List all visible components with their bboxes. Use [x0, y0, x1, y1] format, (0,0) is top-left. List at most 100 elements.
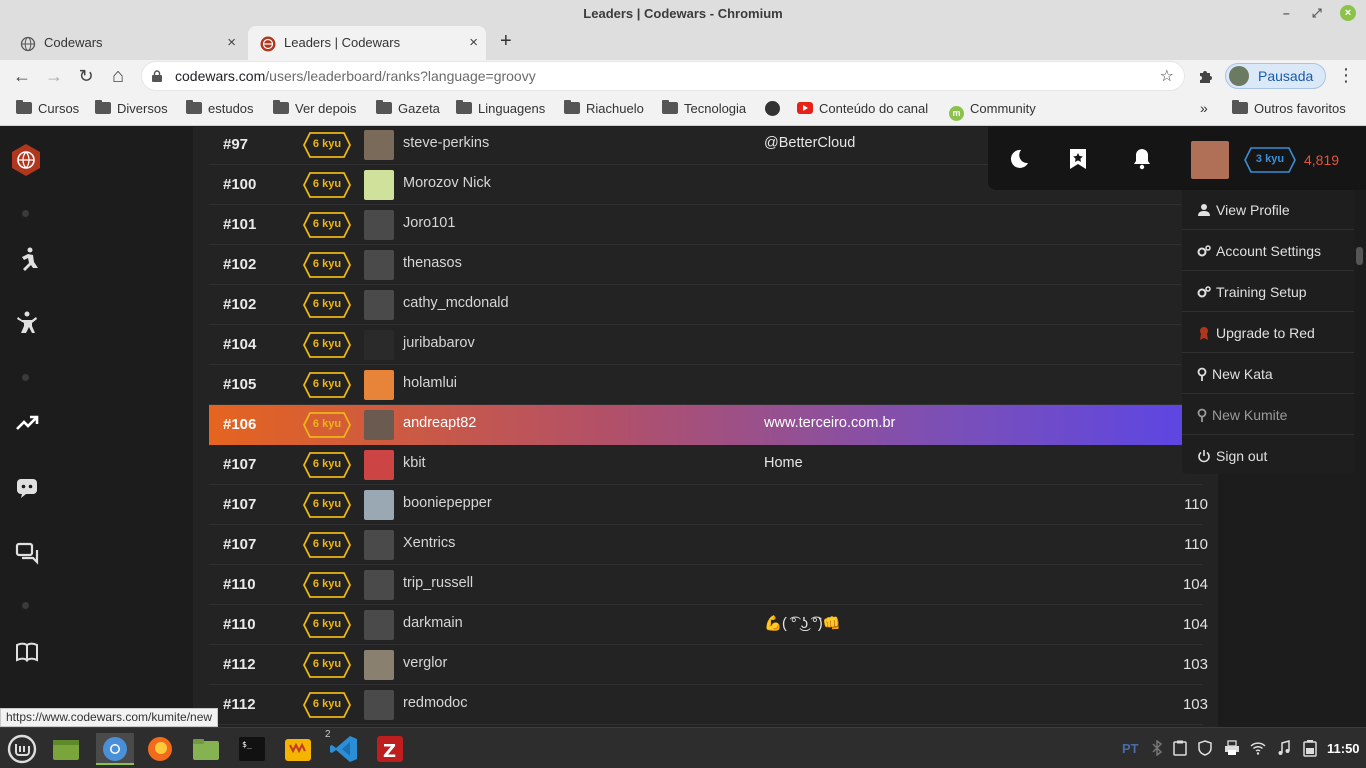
avatar[interactable] [364, 410, 394, 440]
avatar[interactable] [364, 250, 394, 280]
firefox-icon[interactable] [144, 733, 176, 765]
bookmark-folder[interactable]: estudos [186, 100, 254, 118]
tab-close-icon[interactable]: × [469, 26, 478, 60]
table-row[interactable]: #1046 kyujuribabarov11 [209, 325, 1208, 365]
bookmark-community[interactable]: m Community [949, 100, 1036, 121]
username-link[interactable]: thenasos [403, 255, 462, 271]
table-row[interactable]: #1016 kyuJoro10112 [209, 205, 1208, 245]
avatar[interactable] [364, 290, 394, 320]
other-bookmarks-folder[interactable]: Outros favoritos [1232, 100, 1346, 118]
music-note-icon[interactable] [1277, 740, 1291, 756]
tab-codewars[interactable]: Codewars × [8, 26, 244, 60]
table-row[interactable]: #1076 kyukbitHome11 [209, 445, 1208, 485]
chat-bubbles-icon[interactable] [14, 540, 40, 566]
table-row[interactable]: #1026 kyuthenasos12 [209, 245, 1208, 285]
bookmark-folder[interactable]: Cursos [16, 100, 79, 118]
username-link[interactable]: juribabarov [403, 335, 475, 351]
username-link[interactable]: andreapt82 [403, 415, 476, 431]
notifications-bell-icon[interactable] [1130, 147, 1154, 171]
vscode-icon[interactable] [328, 733, 360, 765]
close-window-button[interactable]: × [1340, 5, 1356, 21]
username-link[interactable]: steve-perkins [403, 135, 489, 151]
table-row[interactable]: #1026 kyucathy_mcdonald12 [209, 285, 1208, 325]
wifi-icon[interactable] [1250, 741, 1266, 755]
menu-item-view-profile[interactable]: View Profile [1182, 190, 1354, 230]
table-row[interactable]: #107 6 kyu Xentrics 110 [209, 525, 1208, 565]
menu-item-upgrade-to-red[interactable]: Upgrade to Red [1182, 313, 1354, 353]
avatar[interactable] [364, 210, 394, 240]
printer-icon[interactable] [1224, 740, 1240, 756]
username-link[interactable]: Morozov Nick [403, 175, 491, 191]
shield-icon[interactable] [1197, 740, 1213, 756]
menu-item-new-kumite[interactable]: New Kumite [1182, 395, 1354, 435]
back-button[interactable]: ← [10, 64, 34, 88]
bookmark-star-icon[interactable]: ☆ [1160, 66, 1174, 86]
menu-item-new-kata[interactable]: New Kata [1182, 354, 1354, 394]
codewars-logo-icon[interactable] [9, 143, 43, 177]
avatar[interactable] [364, 370, 394, 400]
username-link[interactable]: verglor [403, 655, 447, 671]
bookmark-youtube[interactable]: Conteúdo do canal [797, 100, 928, 118]
minimize-button[interactable]: – [1283, 4, 1290, 22]
username-link[interactable]: Xentrics [403, 535, 455, 551]
username-link[interactable]: kbit [403, 455, 426, 471]
bookmark-star-icon[interactable] [1066, 147, 1090, 171]
bookmark-folder[interactable]: Tecnologia [662, 100, 746, 118]
keyboard-layout-indicator[interactable]: PT [1122, 741, 1139, 756]
avatar[interactable] [364, 650, 394, 680]
table-row[interactable]: #110 6 kyu darkmain 💪( ͡° ͜ʖ ͡°)👊 104 [209, 605, 1208, 645]
menu-item-account-settings[interactable]: Account Settings [1182, 231, 1354, 271]
avatar[interactable] [364, 490, 394, 520]
battery-icon[interactable] [1303, 739, 1317, 757]
bookmark-folder[interactable]: Linguagens [456, 100, 545, 118]
maximize-button[interactable]: ⤢ [1312, 4, 1322, 22]
menu-item-sign-out[interactable]: Sign out [1182, 436, 1354, 476]
mint-menu-icon[interactable] [6, 733, 38, 765]
username-link[interactable]: cathy_mcdonald [403, 295, 509, 311]
docs-book-icon[interactable] [14, 639, 40, 665]
username-link[interactable]: darkmain [403, 615, 463, 631]
extensions-puzzle-icon[interactable] [1197, 66, 1217, 86]
reload-button[interactable]: ↻ [74, 64, 98, 88]
forward-button[interactable]: → [42, 64, 66, 88]
menu-item-training-setup[interactable]: Training Setup [1182, 272, 1354, 312]
avatar[interactable] [364, 690, 394, 720]
avatar[interactable] [364, 530, 394, 560]
page-scrollbar-thumb[interactable] [1356, 247, 1363, 265]
table-row[interactable]: #1056 kyuholamlui11 [209, 365, 1208, 405]
clipboard-icon[interactable] [1173, 740, 1187, 756]
username-link[interactable]: redmodoc [403, 695, 467, 711]
profile-button[interactable]: Pausada [1225, 63, 1326, 89]
discord-icon[interactable] [14, 474, 40, 500]
table-row[interactable]: #112 6 kyu verglor 103 [209, 645, 1208, 685]
avatar[interactable] [364, 450, 394, 480]
tab-leaders[interactable]: Leaders | Codewars × [248, 26, 486, 60]
bookmark-folder[interactable]: Riachuelo [564, 100, 644, 118]
avatar[interactable] [364, 130, 394, 160]
username-link[interactable]: trip_russell [403, 575, 473, 591]
vlc-icon[interactable] [282, 733, 314, 765]
avatar[interactable] [364, 170, 394, 200]
show-desktop-icon[interactable] [50, 733, 82, 765]
username-link[interactable]: holamlui [403, 375, 457, 391]
bookmarks-overflow-button[interactable]: » [1200, 100, 1208, 116]
avatar[interactable] [364, 330, 394, 360]
table-row-current-user[interactable]: #1066 kyuandreapt82www.terceiro.com.br11 [209, 405, 1208, 445]
address-bar[interactable]: codewars.com/users/leaderboard/ranks?lan… [141, 61, 1185, 91]
table-row[interactable]: #107 6 kyu booniepepper 110 [209, 485, 1208, 525]
avatar[interactable] [364, 570, 394, 600]
username-link[interactable]: Joro101 [403, 215, 455, 231]
username-link[interactable]: booniepepper [403, 495, 492, 511]
bluetooth-icon[interactable] [1150, 740, 1164, 756]
terminal-icon[interactable]: $_ [236, 733, 268, 765]
new-tab-button[interactable]: + [500, 28, 512, 54]
bookmark-folder[interactable]: Ver depois [273, 100, 356, 118]
browser-menu-icon[interactable]: ⋮ [1337, 64, 1355, 86]
bookmark-folder[interactable]: Gazeta [376, 100, 440, 118]
avatar[interactable] [364, 610, 394, 640]
table-row[interactable]: #112 6 kyu redmodoc 103 [209, 685, 1208, 725]
user-avatar[interactable] [1191, 141, 1229, 179]
home-button[interactable]: ⌂ [106, 64, 130, 88]
training-kick-icon[interactable] [14, 246, 40, 272]
file-manager-icon[interactable] [190, 733, 222, 765]
